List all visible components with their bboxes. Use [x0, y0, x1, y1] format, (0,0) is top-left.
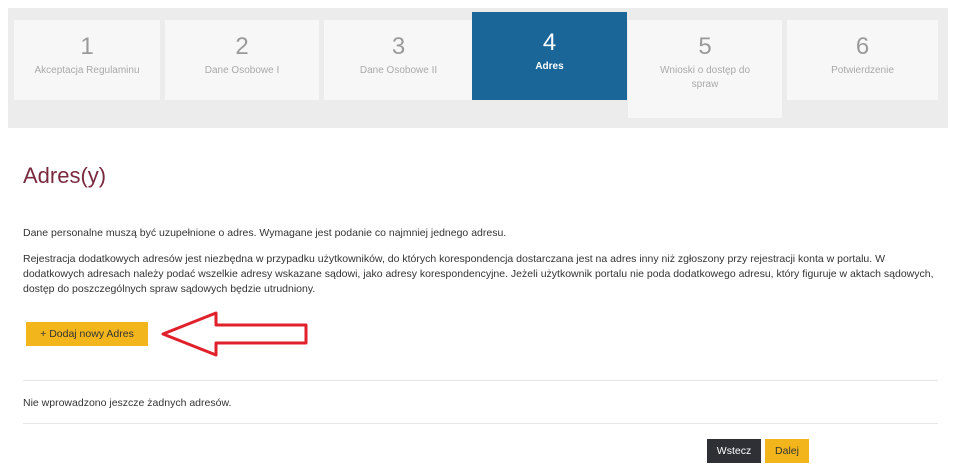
next-button[interactable]: Dalej	[765, 439, 809, 463]
step-3[interactable]: 3 Dane Osobowe II	[324, 20, 473, 100]
step-label: Akceptacja Regulaminu	[34, 65, 140, 76]
step-number: 6	[855, 33, 870, 60]
step-number: 2	[235, 33, 249, 60]
page-title: Adres(y)	[23, 163, 107, 188]
step-6[interactable]: 6 Potwierdzenie	[787, 20, 938, 100]
step-4-active[interactable]: 4 Adres	[472, 12, 627, 100]
step-number: 5	[698, 33, 712, 60]
wizard-stepper: 1 Akceptacja Regulaminu 2 Dane Osobowe I…	[8, 8, 948, 128]
info-text: Rejestracja dodatkowych adresów jest nie…	[23, 253, 934, 295]
step-label: Adres	[535, 61, 564, 72]
step-label: Dane Osobowe I	[204, 65, 280, 76]
intro-text: Dane personalne muszą być uzupełnione o …	[23, 227, 507, 239]
step-2[interactable]: 2 Dane Osobowe I	[165, 20, 319, 100]
step-number: 1	[80, 33, 94, 60]
annotation-arrow-icon	[161, 311, 308, 357]
step-number: 3	[391, 33, 406, 60]
step-5[interactable]: 5 Wnioski o dostęp do spraw	[628, 20, 782, 118]
add-address-button[interactable]: + Dodaj nowy Adres	[26, 322, 148, 346]
step-label: Dane Osobowe II	[359, 65, 438, 76]
step-label: Potwierdzenie	[831, 65, 894, 76]
divider	[23, 380, 938, 381]
divider	[23, 423, 938, 424]
step-number: 4	[542, 29, 557, 56]
back-button[interactable]: Wstecz	[707, 439, 761, 463]
step-label: Wnioski o dostęp do spraw	[659, 65, 751, 90]
step-1[interactable]: 1 Akceptacja Regulaminu	[14, 20, 160, 100]
empty-addresses-message: Nie wprowadzono jeszcze żadnych adresów.	[23, 397, 232, 409]
